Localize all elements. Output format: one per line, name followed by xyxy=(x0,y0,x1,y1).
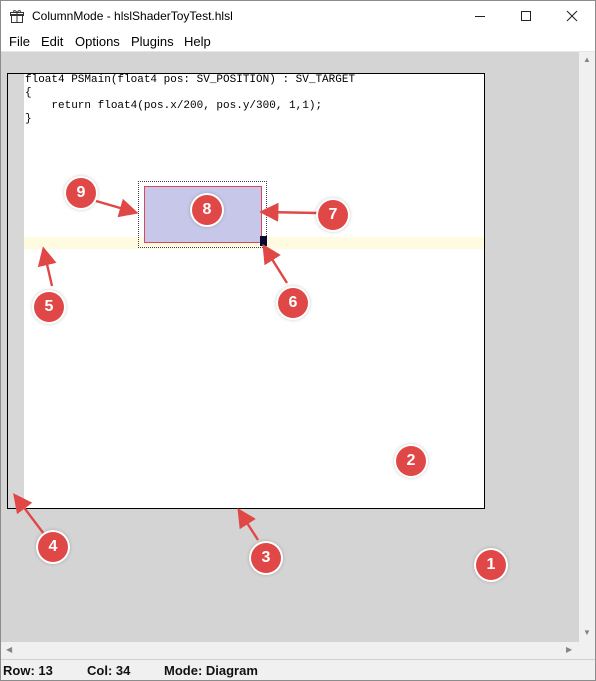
menu-edit[interactable]: Edit xyxy=(41,34,63,49)
document-page[interactable]: float4 PSMain(float4 pos: SV_POSITION) :… xyxy=(7,73,485,509)
scroll-left-icon[interactable]: ◀ xyxy=(6,646,12,654)
horizontal-scrollbar[interactable]: ◀ ▶ xyxy=(1,642,579,658)
menu-help[interactable]: Help xyxy=(184,34,211,49)
annotation-badge-7: 7 xyxy=(318,200,348,230)
code-line[interactable]: { xyxy=(25,87,32,99)
code-line[interactable]: float4 PSMain(float4 pos: SV_POSITION) :… xyxy=(25,74,355,86)
menu-plugins[interactable]: Plugins xyxy=(131,34,174,49)
annotation-badge-2: 2 xyxy=(396,446,426,476)
scroll-down-icon[interactable]: ▼ xyxy=(583,629,591,637)
annotation-badge-5: 5 xyxy=(34,292,64,322)
window-title: ColumnMode - hlslShaderToyTest.hlsl xyxy=(32,9,233,23)
annotation-badge-3: 3 xyxy=(251,543,281,573)
annotation-badge-6: 6 xyxy=(278,288,308,318)
minimize-icon xyxy=(475,16,485,17)
scroll-right-icon[interactable]: ▶ xyxy=(566,646,572,654)
code-text[interactable]: float4 PSMain(float4 pos: SV_POSITION) :… xyxy=(25,74,355,126)
app-window: ColumnMode - hlslShaderToyTest.hlsl File… xyxy=(0,0,596,681)
menu-bar: File Edit Options Plugins Help xyxy=(1,31,595,52)
minimize-button[interactable] xyxy=(457,1,503,31)
status-mode: Mode: Diagram xyxy=(164,663,258,678)
scroll-corner xyxy=(579,642,595,658)
vertical-scrollbar[interactable]: ▲ ▼ xyxy=(579,52,595,642)
close-icon xyxy=(566,10,578,22)
maximize-button[interactable] xyxy=(503,1,549,31)
gift-box-icon xyxy=(10,9,24,23)
status-row: Row: 13 xyxy=(3,663,53,678)
resize-handle[interactable] xyxy=(260,236,267,246)
menu-file[interactable]: File xyxy=(9,34,30,49)
code-line[interactable]: } xyxy=(25,113,32,125)
status-col: Col: 34 xyxy=(87,663,131,678)
code-line[interactable]: return float4(pos.x/200, pos.y/300, 1,1)… xyxy=(25,100,322,112)
annotation-badge-4: 4 xyxy=(38,532,68,562)
scroll-up-icon[interactable]: ▲ xyxy=(583,56,591,64)
close-button[interactable] xyxy=(549,1,595,31)
left-gutter[interactable] xyxy=(8,74,24,508)
menu-options[interactable]: Options xyxy=(75,34,120,49)
maximize-icon xyxy=(521,11,531,21)
annotation-badge-8: 8 xyxy=(192,195,222,225)
annotation-badge-1: 1 xyxy=(476,550,506,580)
status-bar: Row: 13 Col: 34 Mode: Diagram xyxy=(1,659,595,680)
title-bar[interactable]: ColumnMode - hlslShaderToyTest.hlsl xyxy=(1,1,595,31)
annotation-badge-9: 9 xyxy=(66,178,96,208)
